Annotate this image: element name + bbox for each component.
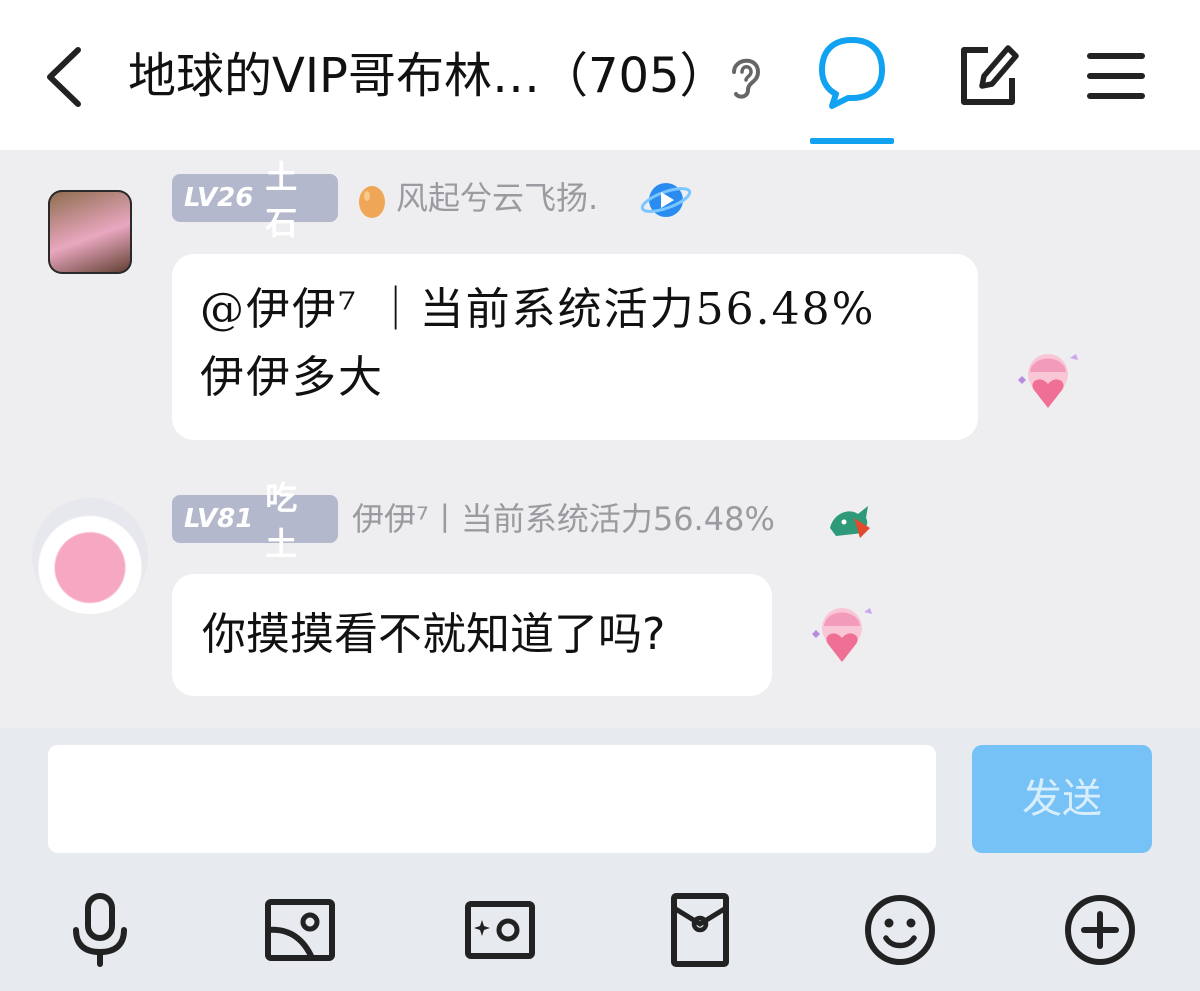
voice-button[interactable] <box>60 890 140 970</box>
rank-label: 土石 <box>265 158 298 242</box>
play-icon <box>640 183 692 217</box>
message-bubble[interactable]: @伊伊⁷ ｜当前系统活力56.48% 伊伊多大 <box>172 254 978 440</box>
ear-icon <box>732 58 761 99</box>
chat-bubble-icon <box>819 37 885 109</box>
back-arrow-icon <box>47 47 81 107</box>
message-bubble[interactable]: 你摸摸看不就知道了吗? <box>172 574 772 696</box>
input-bar: 发送 <box>0 728 1200 991</box>
microphone-icon <box>73 893 127 967</box>
plus-icon <box>1065 895 1135 965</box>
more-button[interactable] <box>1060 890 1140 970</box>
image-button[interactable] <box>260 890 340 970</box>
level-label: LV26 <box>184 183 254 213</box>
sticker-icon <box>1018 354 1078 408</box>
dragon-icon <box>830 506 870 538</box>
chat-header: 地球的VIP哥布林…（705） <box>0 0 1200 150</box>
level-label: LV81 <box>184 504 254 534</box>
sticker-icon <box>812 608 872 662</box>
message-list: LV26 土石 风起兮云飞扬. @伊伊⁷ ｜当前系统活力56.48% 伊伊多大 … <box>0 150 1200 728</box>
active-tab-indicator <box>810 138 894 144</box>
egg-icon <box>359 186 385 218</box>
emoji-button[interactable] <box>860 890 940 970</box>
red-packet-button[interactable] <box>660 890 740 970</box>
tab-chat[interactable] <box>808 32 896 144</box>
edit-icon <box>961 45 1019 105</box>
message-text-line: @伊伊⁷ ｜当前系统活力56.48% <box>200 284 876 335</box>
group-title[interactable]: 地球的VIP哥布林…（705） <box>128 44 728 108</box>
emoji-icon <box>865 895 935 965</box>
back-button[interactable] <box>36 42 96 112</box>
red-packet-icon <box>671 893 729 967</box>
image-icon <box>265 899 335 961</box>
menu-button[interactable] <box>1084 46 1148 106</box>
sender-signature: 伊伊⁷丨当前系统活力56.48% <box>352 500 775 538</box>
sender-signature: 风起兮云飞扬. <box>396 179 599 217</box>
avatar[interactable] <box>32 498 148 614</box>
send-button[interactable]: 发送 <box>972 745 1152 853</box>
avatar[interactable] <box>48 190 132 274</box>
camera-button[interactable] <box>460 890 540 970</box>
camera-icon <box>465 901 535 959</box>
message-text-line: 伊伊多大 <box>200 352 384 403</box>
menu-icon <box>1087 53 1145 99</box>
rank-label: 吃土 <box>265 479 298 563</box>
edit-button[interactable] <box>952 40 1024 112</box>
message-input[interactable] <box>48 745 936 853</box>
message-text: 你摸摸看不就知道了吗? <box>202 609 666 660</box>
level-badge: LV81 吃土 <box>172 479 338 563</box>
level-badge: LV26 土石 <box>172 158 338 242</box>
